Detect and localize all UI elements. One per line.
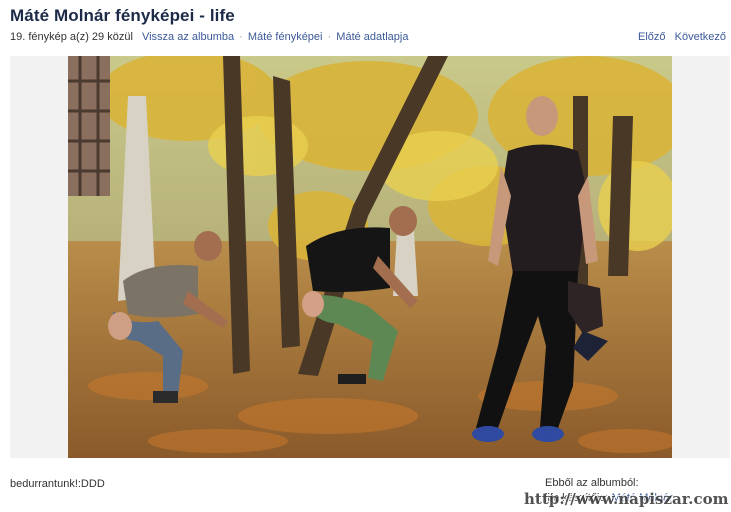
photo-navigation-bar: 19. fénykép a(z) 29 közül Vissza az albu… bbox=[10, 31, 726, 45]
separator: · bbox=[239, 31, 243, 43]
owner-photos-link[interactable]: Máté fényképei bbox=[248, 31, 323, 43]
navigation-right: Előző Következő bbox=[632, 31, 726, 43]
watermark: http://www.napiszar.com bbox=[524, 490, 729, 508]
back-to-album-link[interactable]: Vissza az albumba bbox=[142, 31, 234, 43]
photo-caption: bedurrantunk!:DDD bbox=[10, 478, 105, 490]
separator: · bbox=[327, 31, 332, 43]
navigation-left: 19. fénykép a(z) 29 közül Vissza az albu… bbox=[10, 31, 408, 43]
photo-stage bbox=[10, 56, 730, 458]
page-title: Máté Molnár fényképei - life bbox=[10, 6, 235, 25]
previous-photo-link[interactable]: Előző bbox=[638, 31, 666, 43]
photo-counter: 19. fénykép a(z) 29 közül bbox=[10, 31, 133, 43]
owner-profile-link[interactable]: Máté adatlapja bbox=[336, 31, 408, 43]
album-info-heading: Ebből az albumból: bbox=[545, 477, 639, 489]
next-photo-link[interactable]: Következő bbox=[675, 31, 726, 43]
photo-image[interactable] bbox=[68, 56, 672, 458]
photo-scene bbox=[68, 56, 672, 458]
